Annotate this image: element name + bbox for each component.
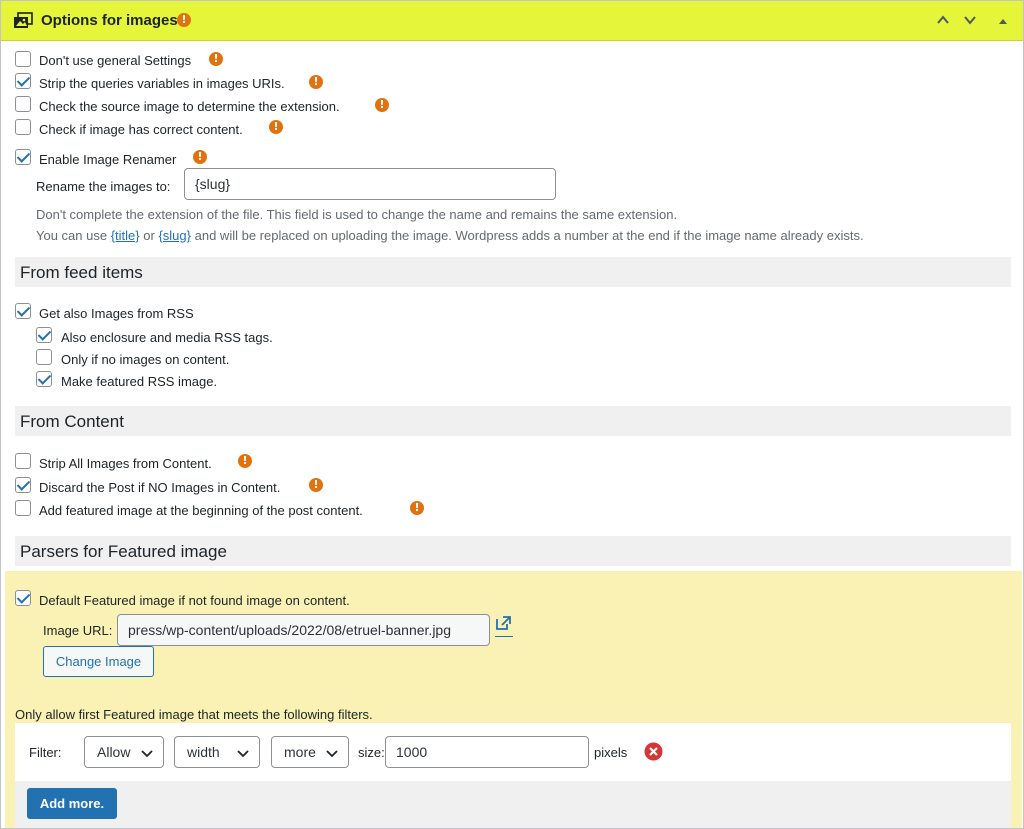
size-input[interactable]: 1000 bbox=[385, 736, 589, 768]
only-if-no-images-label: Only if no images on content. bbox=[61, 352, 230, 367]
featured-rss-checkbox[interactable] bbox=[36, 371, 52, 387]
filter-compare-select[interactable]: more bbox=[271, 736, 349, 768]
discard-post-checkbox[interactable] bbox=[15, 477, 31, 493]
check-content-label: Check if image has correct content. bbox=[39, 122, 243, 137]
options-for-images-panel: Options for images ! Don't use general S… bbox=[0, 0, 1024, 829]
warning-icon: ! bbox=[177, 13, 191, 27]
strip-all-images-checkbox[interactable] bbox=[15, 453, 31, 469]
strip-queries-label: Strip the queries variables in images UR… bbox=[39, 76, 285, 91]
warning-icon: ! bbox=[209, 52, 223, 66]
section-from-content: From Content bbox=[15, 406, 1011, 436]
dont-use-general-label: Don't use general Settings bbox=[39, 53, 192, 68]
change-image-button[interactable]: Change Image bbox=[43, 646, 154, 677]
section-parsers-featured: Parsers for Featured image bbox=[15, 536, 1011, 566]
collapse-toggle-icon[interactable] bbox=[998, 14, 1008, 29]
check-source-checkbox[interactable] bbox=[15, 96, 31, 112]
filter-label: Filter: bbox=[29, 745, 62, 760]
add-featured-beginning-checkbox[interactable] bbox=[15, 500, 31, 516]
filter-allow-select[interactable]: Allow bbox=[84, 736, 164, 768]
enclosure-label: Also enclosure and media RSS tags. bbox=[61, 330, 273, 345]
external-link-icon[interactable] bbox=[495, 615, 513, 637]
check-content-checkbox[interactable] bbox=[15, 119, 31, 135]
warning-icon: ! bbox=[309, 478, 323, 492]
enable-renamer-checkbox[interactable] bbox=[15, 149, 31, 165]
panel-header: Options for images ! bbox=[1, 1, 1023, 41]
rename-description-line2: You can use {title} or {slug} and will b… bbox=[36, 228, 864, 243]
size-label: size: bbox=[358, 745, 385, 760]
get-rss-images-checkbox[interactable] bbox=[15, 303, 31, 319]
filters-footer bbox=[15, 781, 1011, 828]
warning-icon: ! bbox=[238, 454, 252, 468]
chevron-down-icon bbox=[141, 746, 153, 762]
warning-icon: ! bbox=[309, 75, 323, 89]
title-tag-link[interactable]: {title} bbox=[111, 228, 140, 243]
panel-title: Options for images bbox=[41, 12, 178, 29]
image-url-label: Image URL: bbox=[43, 623, 113, 638]
rename-input[interactable]: {slug} bbox=[184, 168, 556, 200]
images-icon bbox=[13, 12, 33, 33]
featured-rss-label: Make featured RSS image. bbox=[61, 374, 218, 389]
chevron-down-icon bbox=[326, 746, 338, 762]
warning-icon: ! bbox=[269, 120, 283, 134]
chevron-down-icon bbox=[237, 746, 249, 762]
enclosure-checkbox[interactable] bbox=[36, 327, 52, 343]
section-from-feed-items: From feed items bbox=[15, 257, 1011, 287]
filter-dimension-select[interactable]: width bbox=[174, 736, 260, 768]
only-if-no-images-checkbox[interactable] bbox=[36, 349, 52, 365]
strip-all-images-label: Strip All Images from Content. bbox=[39, 456, 212, 471]
discard-post-label: Discard the Post if NO Images in Content… bbox=[39, 480, 281, 495]
check-source-label: Check the source image to determine the … bbox=[39, 99, 340, 114]
move-down-icon[interactable] bbox=[963, 13, 977, 30]
warning-icon: ! bbox=[193, 150, 207, 164]
rename-label: Rename the images to: bbox=[36, 179, 171, 194]
slug-tag-link[interactable]: {slug} bbox=[158, 228, 191, 243]
move-up-icon[interactable] bbox=[936, 13, 950, 30]
add-more-button[interactable]: Add more. bbox=[27, 788, 117, 819]
filters-title: Only allow first Featured image that mee… bbox=[15, 707, 373, 722]
remove-filter-icon[interactable] bbox=[644, 742, 663, 764]
strip-queries-checkbox[interactable] bbox=[15, 73, 31, 89]
pixels-label: pixels bbox=[594, 745, 628, 760]
enable-renamer-label: Enable Image Renamer bbox=[39, 152, 177, 167]
add-featured-beginning-label: Add featured image at the beginning of t… bbox=[39, 503, 363, 518]
default-featured-checkbox[interactable] bbox=[15, 590, 31, 606]
get-rss-images-label: Get also Images from RSS bbox=[39, 306, 194, 321]
image-url-input[interactable]: press/wp-content/uploads/2022/08/etruel-… bbox=[117, 614, 490, 646]
warning-icon: ! bbox=[375, 98, 389, 112]
default-featured-label: Default Featured image if not found imag… bbox=[39, 593, 350, 608]
dont-use-general-checkbox[interactable] bbox=[15, 51, 31, 67]
rename-description-line1: Don't complete the extension of the file… bbox=[36, 207, 678, 222]
warning-icon: ! bbox=[410, 501, 424, 515]
